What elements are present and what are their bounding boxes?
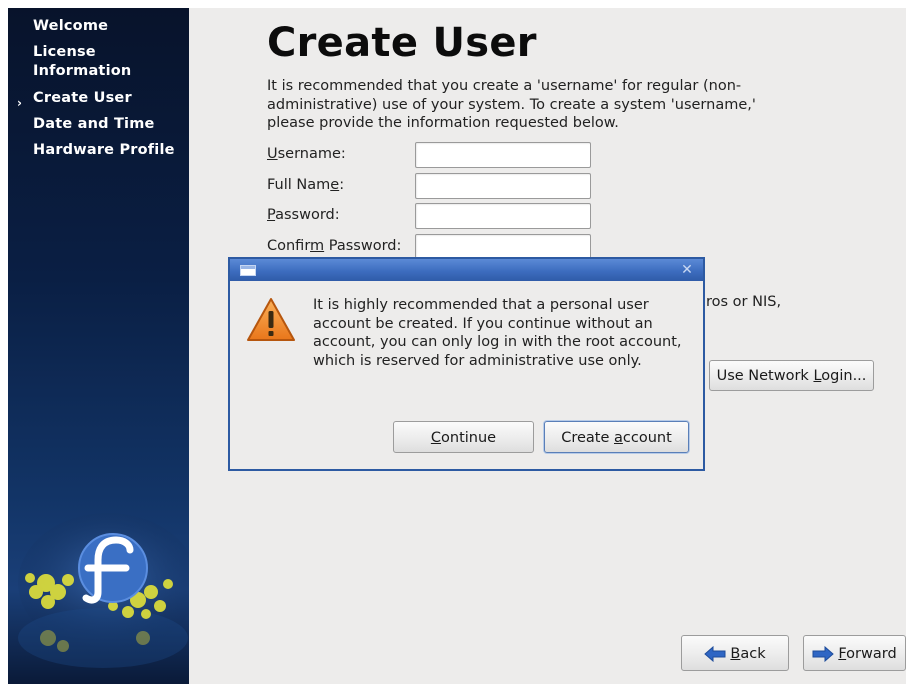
password-input[interactable] [415,203,591,229]
warning-dialog: ✕ It is highly recommended that a person… [228,257,705,471]
create-account-button[interactable]: Create account [544,421,689,453]
dialog-titlebar[interactable]: ✕ [230,259,703,281]
confirm-password-label: Confirm Password: [267,238,402,254]
sidebar-item-date-and-time: Date and Time [33,116,155,132]
warning-icon [247,298,295,341]
use-network-login-button[interactable]: Use Network Login... [709,360,874,391]
dialog-message: It is highly recommended that a personal… [313,297,682,369]
arrow-left-icon [704,646,726,662]
sidebar-item-hardware-profile: Hardware Profile [33,142,175,158]
window-menu-icon[interactable] [240,265,256,276]
password-label: Password: [267,207,340,223]
back-button[interactable]: Back [681,635,789,671]
full-name-label: Full Name: [267,177,345,193]
sidebar-item-welcome: Welcome [33,18,109,34]
username-input[interactable] [415,142,591,168]
fedora-logo-icon [18,513,189,668]
close-icon[interactable]: ✕ [679,262,695,278]
forward-button[interactable]: Forward [803,635,906,671]
intro-text: It is recommended that you create a 'use… [267,78,756,131]
network-login-hint: ros or NIS, [706,294,782,310]
sidebar-item-create-user: Create User [33,90,132,106]
sidebar: Welcome License Information › Create Use… [8,8,189,684]
current-step-marker-icon: › [17,96,22,110]
arrow-right-icon [812,646,835,662]
page-title: Create User [267,20,537,66]
username-label: Username: [267,146,346,162]
full-name-input[interactable] [415,173,591,199]
sidebar-item-license-information: License Information [33,44,132,79]
continue-button[interactable]: Continue [393,421,534,453]
